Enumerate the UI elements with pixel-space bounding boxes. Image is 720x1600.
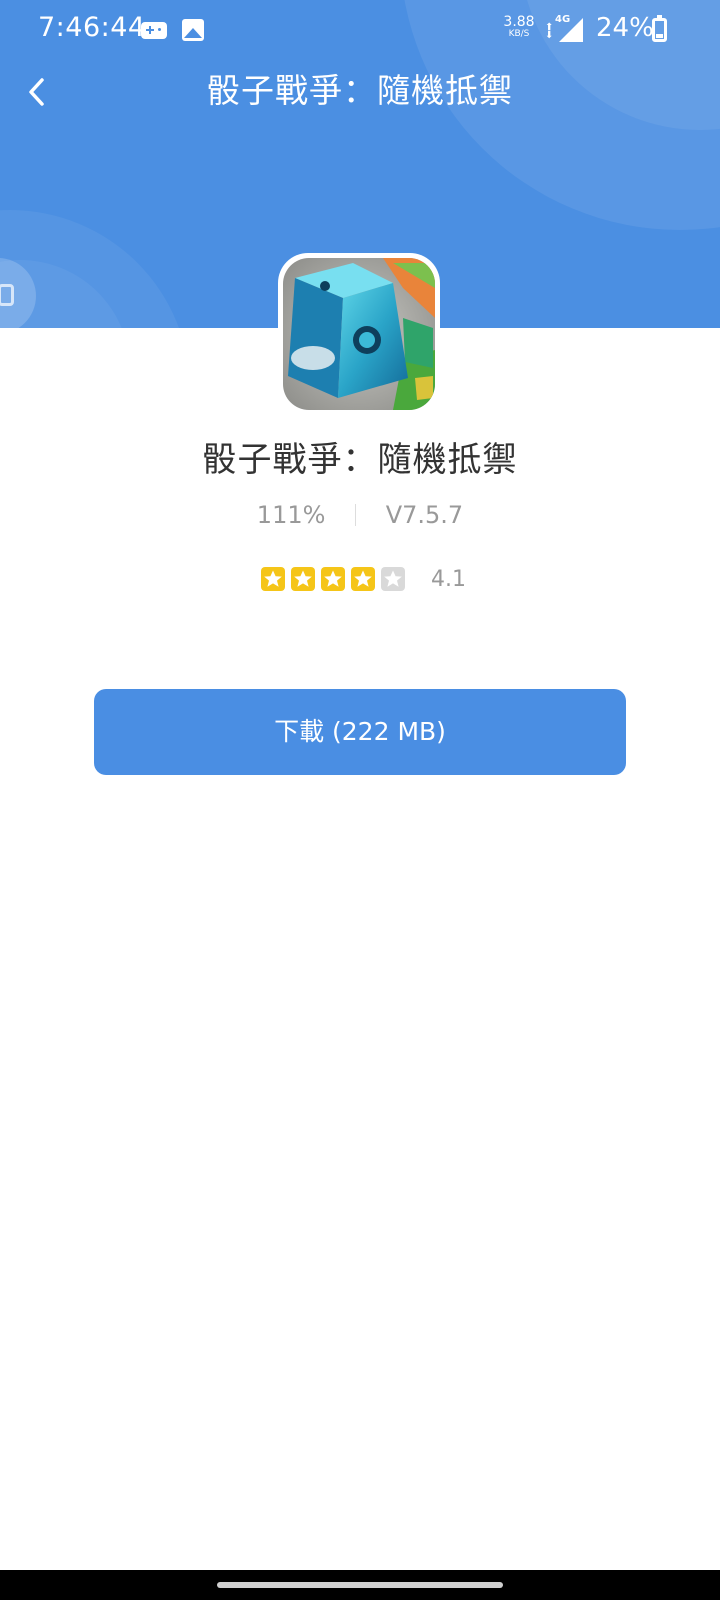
star-filled-icon bbox=[261, 567, 285, 591]
signal-icon: ⬆ ⬇ 4G bbox=[545, 14, 585, 44]
app-stat: 111% bbox=[256, 501, 326, 529]
app-name: 骰子戰爭：隨機抵禦 bbox=[202, 440, 518, 480]
window-icon bbox=[0, 284, 14, 306]
rating-value: 4.1 bbox=[431, 567, 466, 592]
star-empty-icon bbox=[381, 567, 405, 591]
image-icon bbox=[182, 19, 204, 41]
battery-percent: 24% bbox=[596, 13, 654, 43]
status-time: 7:46:44 bbox=[38, 12, 146, 43]
status-bar: 7:46:44 3.88 KB/S ⬆ ⬇ 4G 24% bbox=[0, 0, 720, 62]
battery-icon bbox=[652, 15, 667, 42]
navigation-bar bbox=[0, 1570, 720, 1600]
star-filled-icon bbox=[351, 567, 375, 591]
game-controller-icon bbox=[141, 22, 167, 39]
app-version: V7.5.7 bbox=[385, 501, 464, 529]
download-button[interactable]: 下載 (222 MB) bbox=[94, 689, 626, 775]
network-speed: 3.88 KB/S bbox=[502, 14, 536, 40]
star-filled-icon bbox=[321, 567, 345, 591]
app-detail-screen: 7:46:44 3.88 KB/S ⬆ ⬇ 4G 24% 骰子戰爭：隨機抵禦 骰… bbox=[0, 0, 720, 1600]
app-icon bbox=[278, 253, 440, 415]
star-filled-icon bbox=[291, 567, 315, 591]
app-meta-row: 111% V7.5.7 bbox=[0, 500, 720, 529]
app-icon-image bbox=[283, 258, 435, 410]
page-title: 骰子戰爭：隨機抵禦 bbox=[207, 71, 513, 110]
meta-divider bbox=[355, 504, 357, 526]
home-gesture-handle[interactable] bbox=[217, 1582, 503, 1588]
network-speed-value: 3.88 bbox=[503, 14, 535, 30]
